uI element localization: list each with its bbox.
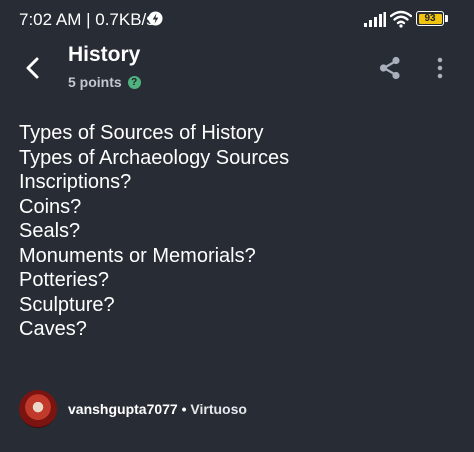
more-vertical-icon bbox=[437, 57, 443, 79]
author-rank: Virtuoso bbox=[190, 401, 247, 417]
battery-icon: 93 bbox=[416, 11, 449, 26]
question-line: Seals? bbox=[19, 220, 81, 242]
signal-icon bbox=[364, 12, 386, 27]
share-icon bbox=[379, 56, 400, 80]
question-line: Types of Sources of History bbox=[19, 122, 264, 144]
points-label: 5 points bbox=[68, 74, 122, 90]
author-separator: • bbox=[181, 401, 187, 417]
question-line: Coins? bbox=[19, 195, 82, 218]
wifi-icon bbox=[390, 10, 412, 28]
question-text: Types of Sources of History Types of Arc… bbox=[19, 121, 459, 342]
author-info: vanshgupta7077 • Virtuoso bbox=[68, 401, 247, 417]
help-icon[interactable]: ? bbox=[127, 75, 141, 89]
question-line: Sculpture? bbox=[19, 293, 115, 316]
bolt-icon bbox=[148, 11, 163, 26]
page-title: History bbox=[68, 43, 141, 66]
chevron-left-icon bbox=[26, 57, 39, 79]
question-line: Inscriptions? bbox=[19, 171, 132, 193]
back-button[interactable] bbox=[18, 52, 48, 84]
question-line: Monuments or Memorials? bbox=[19, 244, 256, 267]
author-row[interactable]: vanshgupta7077 • Virtuoso bbox=[19, 390, 247, 428]
status-bar: 7:02 AM | 0.7KB/s 93 bbox=[0, 0, 474, 40]
battery-level: 93 bbox=[418, 13, 442, 24]
question-screen: 7:02 AM | 0.7KB/s 93 History 5 points ? … bbox=[0, 0, 474, 452]
status-time: 7:02 AM | 0.7KB/s bbox=[19, 10, 155, 29]
question-line: Types of Archaeology Sources bbox=[19, 146, 290, 169]
avatar[interactable] bbox=[19, 390, 57, 428]
question-line: Caves? bbox=[19, 318, 87, 340]
question-line: Potteries? bbox=[19, 269, 110, 291]
more-options-button[interactable] bbox=[430, 55, 450, 81]
share-button[interactable] bbox=[377, 55, 403, 81]
author-username[interactable]: vanshgupta7077 bbox=[68, 401, 178, 417]
points-info: 5 points ? bbox=[68, 74, 141, 90]
